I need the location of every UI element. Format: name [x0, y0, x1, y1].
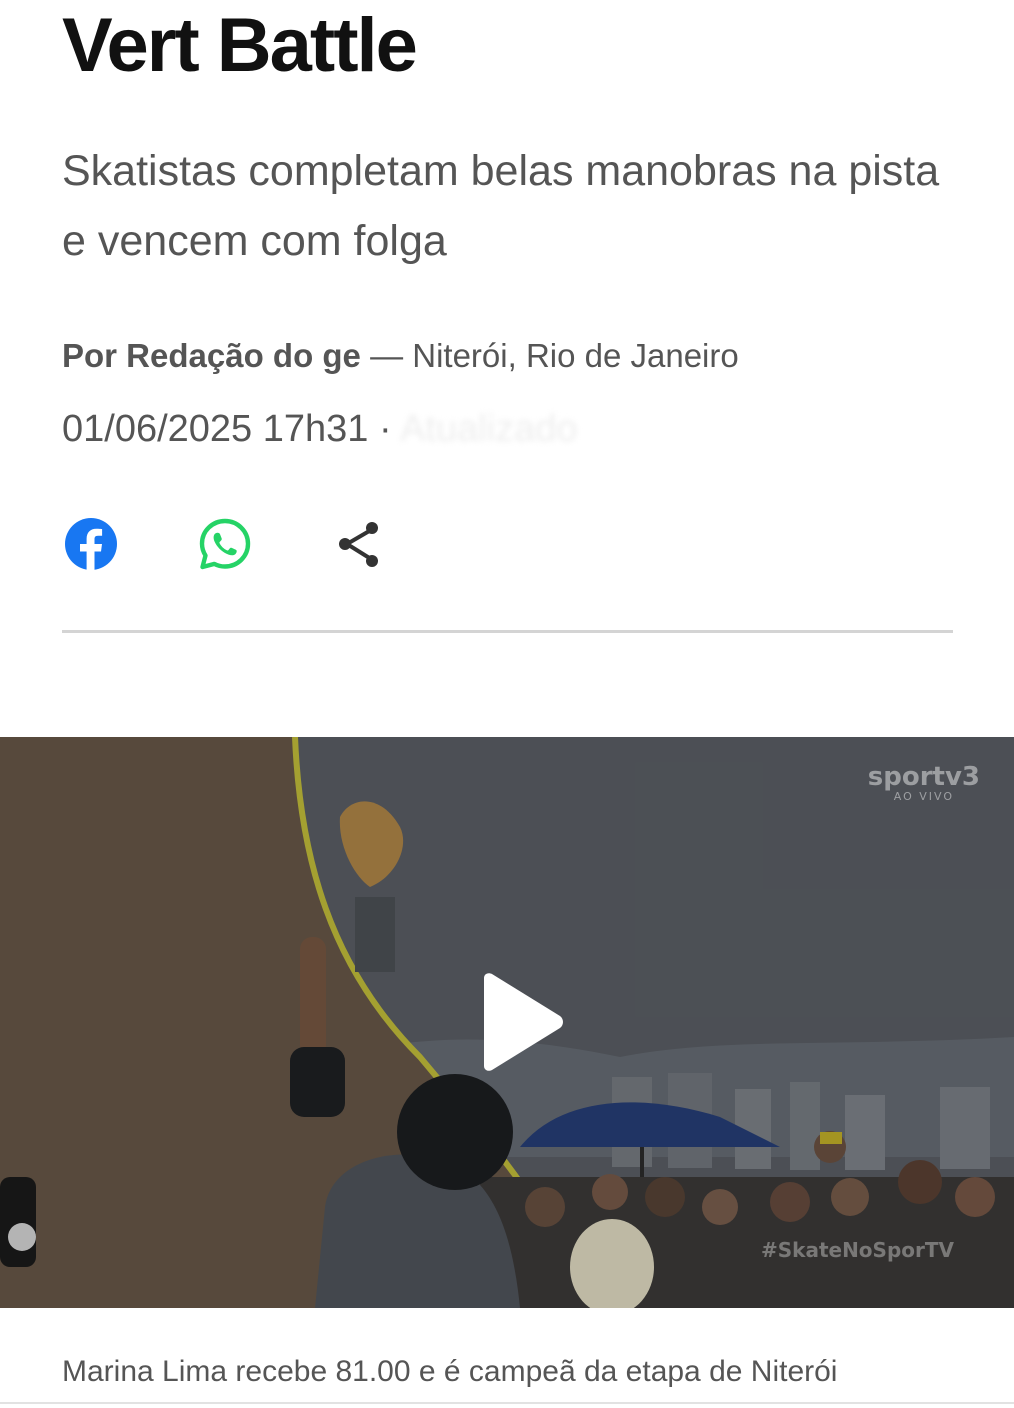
article-page: Vert Battle Skatistas completam belas ma… — [0, 0, 1014, 1408]
facebook-share-button[interactable] — [62, 515, 120, 573]
dateline: 01/06/2025 17h31 · Atualizado — [62, 404, 578, 454]
whatsapp-share-button[interactable] — [196, 515, 254, 573]
publish-date: 01/06/2025 17h31 — [62, 408, 369, 450]
share-icon — [339, 522, 378, 567]
video-caption: Marina Lima recebe 81.00 e é campeã da e… — [62, 1355, 838, 1388]
byline: Por Redação do ge — Niterói, Rio de Jane… — [62, 334, 739, 378]
channel-logo: sportv3 AO VIVO — [868, 763, 980, 803]
channel-name: sportv3 — [867, 762, 980, 792]
section-divider — [62, 630, 953, 633]
bottom-divider — [0, 1402, 1014, 1404]
facebook-icon — [65, 518, 117, 571]
article-location: — Niterói, Rio de Janeiro — [360, 337, 739, 374]
updated-label: Atualizado — [400, 408, 578, 450]
article-title: Vert Battle — [62, 3, 418, 88]
article-subtitle: Skatistas completam belas manobras na pi… — [62, 147, 940, 265]
video-hashtag: #SkateNoSporTV — [760, 1238, 954, 1262]
channel-live-label: AO VIVO — [893, 790, 954, 803]
share-bar — [62, 514, 388, 574]
play-icon[interactable] — [476, 972, 566, 1072]
whatsapp-icon — [199, 518, 251, 570]
date-separator: · — [368, 408, 401, 450]
author-name[interactable]: Por Redação do ge — [62, 337, 361, 374]
share-button[interactable] — [330, 515, 388, 573]
